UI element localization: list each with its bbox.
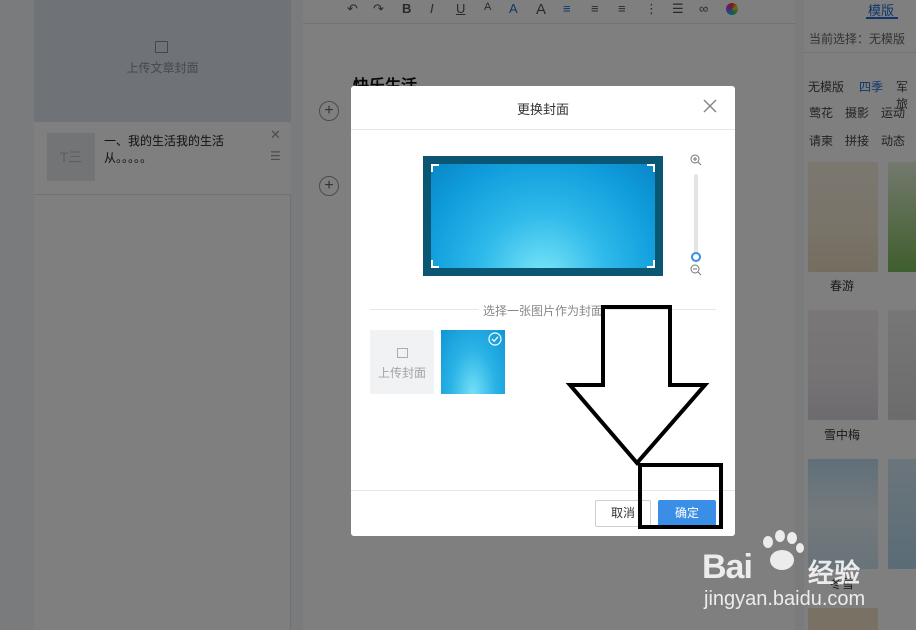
watermark-url: jingyan.baidu.com [704,588,866,610]
down-arrow-annotation [565,305,710,467]
watermark-brand: Bai [702,548,753,586]
highlight-box-annotation [638,463,723,529]
watermark-brand-suffix: 经验 [808,558,861,588]
